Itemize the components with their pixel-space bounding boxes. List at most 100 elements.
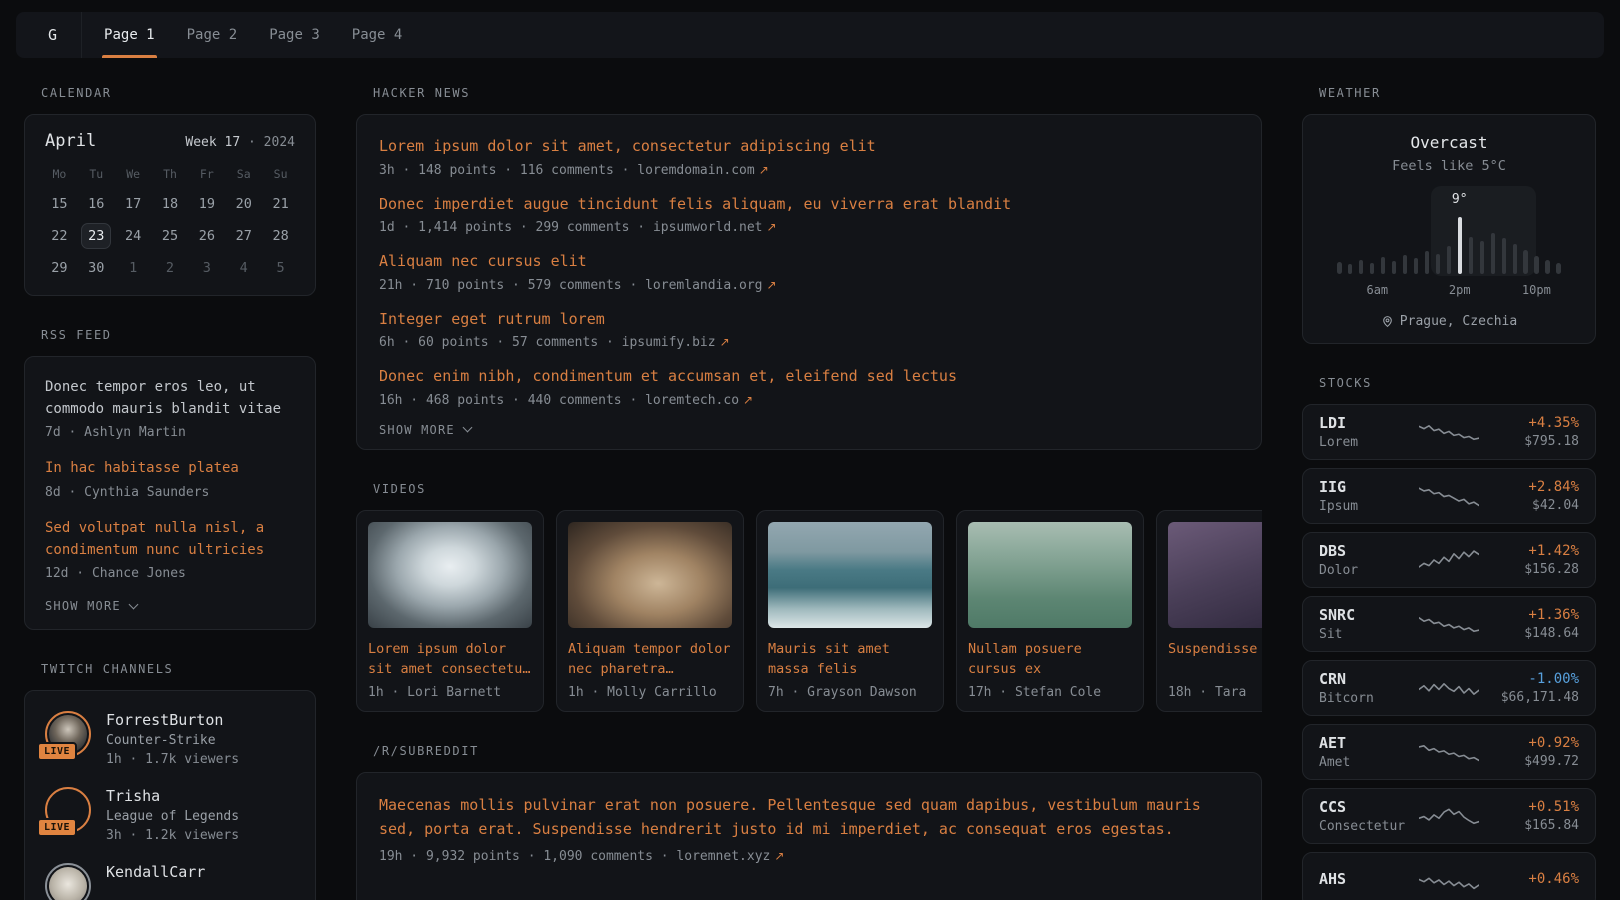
calendar-day: 22: [41, 223, 78, 249]
app-logo: G: [24, 12, 82, 58]
calendar-month: April: [45, 131, 96, 151]
calendar-day: 19: [188, 191, 225, 217]
stock-row[interactable]: CCSConsectetur +0.51%$165.84: [1302, 788, 1596, 844]
video-title-link[interactable]: Nullam posuere cursus ex: [968, 639, 1132, 680]
weather-bars: [1337, 214, 1561, 274]
video-thumbnail[interactable]: [568, 522, 732, 628]
video-card[interactable]: Aliquam tempor dolor nec pharetra… 1h · …: [556, 510, 744, 712]
calendar-day: 25: [152, 223, 189, 249]
stock-sparkline: [1419, 610, 1479, 638]
channel-name: KendallCarr: [106, 863, 205, 881]
video-thumbnail[interactable]: [368, 522, 532, 628]
tab-page-3[interactable]: Page 3: [253, 12, 336, 58]
rss-meta: 7d · Ashlyn Martin: [45, 425, 295, 440]
external-link-icon: ↗: [720, 335, 730, 349]
stock-name: Ipsum: [1319, 499, 1411, 514]
rss-item: In hac habitasse platea 8d · Cynthia Sau…: [45, 458, 295, 500]
stock-row[interactable]: CRNBitcorn -1.00%$66,171.48: [1302, 660, 1596, 716]
stock-row[interactable]: DBSDolor +1.42%$156.28: [1302, 532, 1596, 588]
rss-item: Sed volutpat nulla nisl, a condimentum n…: [45, 518, 295, 581]
hn-item: Integer eget rutrum lorem 6h · 60 points…: [379, 308, 1239, 351]
hn-story-link[interactable]: Aliquam nec cursus elit: [379, 250, 1239, 273]
page-tabs: Page 1 Page 2 Page 3 Page 4: [88, 12, 418, 58]
tab-page-4[interactable]: Page 4: [336, 12, 419, 58]
hn-story-link[interactable]: Donec imperdiet augue tincidunt felis al…: [379, 193, 1239, 216]
rss-article-link[interactable]: In hac habitasse platea: [45, 458, 295, 480]
subreddit-post-link[interactable]: Maecenas mollis pulvinar erat non posuer…: [379, 793, 1239, 841]
stock-ticker: LDI: [1319, 414, 1411, 432]
hn-story-link[interactable]: Lorem ipsum dolor sit amet, consectetur …: [379, 135, 1239, 158]
stock-ticker: DBS: [1319, 542, 1411, 560]
video-card[interactable]: Nullam posuere cursus ex 17h · Stefan Co…: [956, 510, 1144, 712]
channel-meta: 1h · 1.7k viewers: [106, 752, 239, 767]
hn-item: Donec enim nibh, condimentum et accumsan…: [379, 365, 1239, 408]
twitch-card: LIVE ForrestBurton Counter-Strike 1h · 1…: [24, 690, 316, 900]
stocks-section-title: STOCKS: [1319, 376, 1596, 390]
stock-change: +1.42%: [1487, 543, 1579, 559]
rss-item: Donec tempor eros leo, ut commodo mauris…: [45, 377, 295, 440]
rss-article-link[interactable]: Sed volutpat nulla nisl, a condimentum n…: [45, 518, 295, 561]
subreddit-domain: loremnet.xyz: [676, 849, 770, 864]
video-thumbnail[interactable]: [968, 522, 1132, 628]
rss-article-link[interactable]: Donec tempor eros leo, ut commodo mauris…: [45, 377, 295, 420]
stock-name: Amet: [1319, 755, 1411, 770]
video-meta: 1h · Molly Carrillo: [568, 685, 732, 700]
tab-page-1[interactable]: Page 1: [88, 12, 171, 58]
middle-column: HACKER NEWS Lorem ipsum dolor sit amet, …: [356, 86, 1262, 900]
stocks-widget: STOCKS LDILorem +4.35%$795.18 IIGIpsum +…: [1302, 376, 1596, 900]
calendar-week-year: Week 17 · 2024: [185, 135, 295, 150]
subreddit-section-title: /R/SUBREDDIT: [373, 744, 1262, 758]
time-label: 2pm: [1449, 283, 1471, 297]
hn-meta: 6h · 60 points · 57 comments · ipsumify.…: [379, 335, 1239, 350]
stock-row[interactable]: SNRCSit +1.36%$148.64: [1302, 596, 1596, 652]
stock-row[interactable]: IIGIpsum +2.84%$42.04: [1302, 468, 1596, 524]
subreddit-post: Maecenas mollis pulvinar erat non posuer…: [379, 793, 1239, 864]
video-title-link[interactable]: Aliquam tempor dolor nec pharetra…: [568, 639, 732, 680]
dow-label: We: [115, 163, 152, 185]
video-title-link[interactable]: Lorem ipsum dolor sit amet consectetu…: [368, 639, 532, 680]
stock-sparkline: [1419, 482, 1479, 510]
video-meta: 1h · Lori Barnett: [368, 685, 532, 700]
video-card[interactable]: Lorem ipsum dolor sit amet consectetu… 1…: [356, 510, 544, 712]
video-title-link[interactable]: Suspendisse diam: [1168, 639, 1262, 659]
video-thumbnail[interactable]: [1168, 522, 1262, 628]
stock-row[interactable]: LDILorem +4.35%$795.18: [1302, 404, 1596, 460]
time-label: 10pm: [1522, 283, 1551, 297]
video-meta: 17h · Stefan Cole: [968, 685, 1132, 700]
calendar-day-next-month: 4: [225, 255, 262, 281]
stock-name: Bitcorn: [1319, 691, 1411, 706]
rss-show-more-button[interactable]: SHOW MORE: [45, 599, 295, 613]
stock-price: $148.64: [1487, 626, 1579, 641]
video-card[interactable]: Suspendisse diam 18h · Tara: [1156, 510, 1262, 712]
stock-change: +1.36%: [1487, 607, 1579, 623]
stock-sparkline: [1419, 738, 1479, 766]
stock-ticker: AET: [1319, 734, 1411, 752]
current-temp-label: 9°: [1452, 192, 1468, 207]
calendar-day: 20: [225, 191, 262, 217]
tab-page-2[interactable]: Page 2: [171, 12, 254, 58]
hn-show-more-button[interactable]: SHOW MORE: [379, 423, 1239, 437]
hn-meta: 16h · 468 points · 440 comments · loremt…: [379, 393, 1239, 408]
video-card[interactable]: Mauris sit amet massa felis 7h · Grayson…: [756, 510, 944, 712]
video-title-link[interactable]: Mauris sit amet massa felis: [768, 639, 932, 680]
location-pin-icon: [1381, 315, 1394, 328]
twitch-channel[interactable]: LIVE Trisha League of Legends 3h · 1.2k …: [45, 787, 295, 843]
stock-price: $66,171.48: [1487, 690, 1579, 705]
external-link-icon: ↗: [767, 220, 777, 234]
stock-row[interactable]: AETAmet +0.92%$499.72: [1302, 724, 1596, 780]
twitch-channel[interactable]: KendallCarr: [45, 863, 295, 900]
weather-section-title: WEATHER: [1319, 86, 1596, 100]
stock-change: +0.51%: [1487, 799, 1579, 815]
calendar-week-label: Week 17: [185, 135, 240, 150]
hn-domain: loremlandia.org: [645, 278, 762, 293]
avatar: [45, 863, 91, 900]
twitch-channel[interactable]: LIVE ForrestBurton Counter-Strike 1h · 1…: [45, 711, 295, 767]
left-column: CALENDAR April Week 17 · 2024 Mo Tu We T…: [24, 86, 316, 900]
hn-story-link[interactable]: Donec enim nibh, condimentum et accumsan…: [379, 365, 1239, 388]
hn-story-link[interactable]: Integer eget rutrum lorem: [379, 308, 1239, 331]
video-thumbnail[interactable]: [768, 522, 932, 628]
stock-row[interactable]: AHS +0.46%: [1302, 852, 1596, 900]
calendar-day: 16: [78, 191, 115, 217]
dashboard-content: CALENDAR April Week 17 · 2024 Mo Tu We T…: [0, 86, 1620, 900]
hn-item: Aliquam nec cursus elit 21h · 710 points…: [379, 250, 1239, 293]
